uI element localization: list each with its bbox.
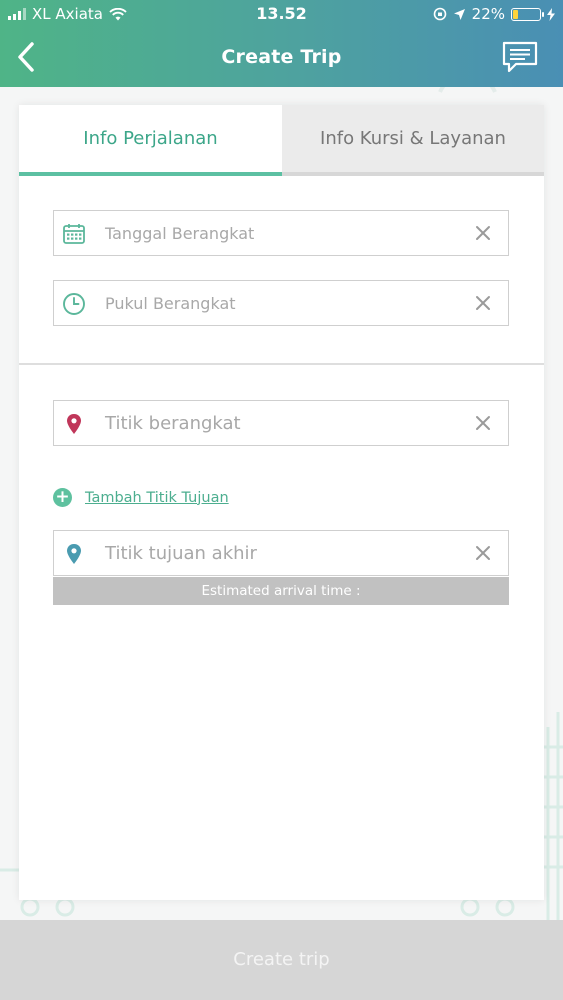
clear-destination-icon[interactable] [474, 544, 492, 562]
location-pin-icon [67, 414, 81, 434]
add-destination-label: Tambah Titik Tujuan [85, 489, 229, 506]
create-trip-button[interactable]: Create trip [0, 920, 563, 1000]
estimated-arrival-bar: Estimated arrival time : [53, 577, 509, 605]
clear-departure-icon[interactable] [474, 414, 492, 432]
tab-info-perjalanan[interactable]: Info Perjalanan [19, 105, 282, 176]
section-divider [19, 363, 544, 365]
battery-percent: 22% [471, 5, 505, 23]
departure-point-placeholder: Titik berangkat [105, 413, 241, 434]
departure-time-placeholder: Pukul Berangkat [105, 294, 236, 313]
charging-icon [547, 7, 555, 21]
battery-icon [511, 7, 544, 21]
calendar-icon [63, 224, 85, 244]
final-destination-field[interactable]: Titik tujuan akhir [53, 530, 509, 576]
trip-form-card: Info Perjalanan Info Kursi & Layanan Tan… [19, 105, 544, 900]
departure-point-field[interactable]: Titik berangkat [53, 400, 509, 446]
status-right: 22% [433, 5, 555, 23]
clock-icon [63, 293, 85, 315]
final-destination-placeholder: Titik tujuan akhir [105, 543, 257, 564]
clear-date-icon[interactable] [474, 224, 492, 242]
add-destination-link[interactable]: + Tambah Titik Tujuan [53, 488, 229, 507]
location-pin-icon [67, 544, 81, 564]
departure-date-placeholder: Tanggal Berangkat [105, 224, 255, 243]
clear-time-icon[interactable] [474, 294, 492, 312]
departure-date-field[interactable]: Tanggal Berangkat [53, 210, 509, 256]
chat-icon[interactable] [501, 40, 539, 74]
departure-time-field[interactable]: Pukul Berangkat [53, 280, 509, 326]
location-arrow-icon [453, 8, 465, 20]
page-title: Create Trip [221, 46, 342, 68]
tab-bar: Info Perjalanan Info Kursi & Layanan [19, 105, 544, 176]
status-bar: XL Axiata 13.52 22% [0, 0, 563, 28]
tab-info-kursi-layanan[interactable]: Info Kursi & Layanan [282, 105, 544, 176]
app-header: XL Axiata 13.52 22% Create Trip [0, 0, 563, 87]
rotation-lock-icon [433, 7, 446, 21]
plus-circle-icon: + [53, 488, 72, 507]
